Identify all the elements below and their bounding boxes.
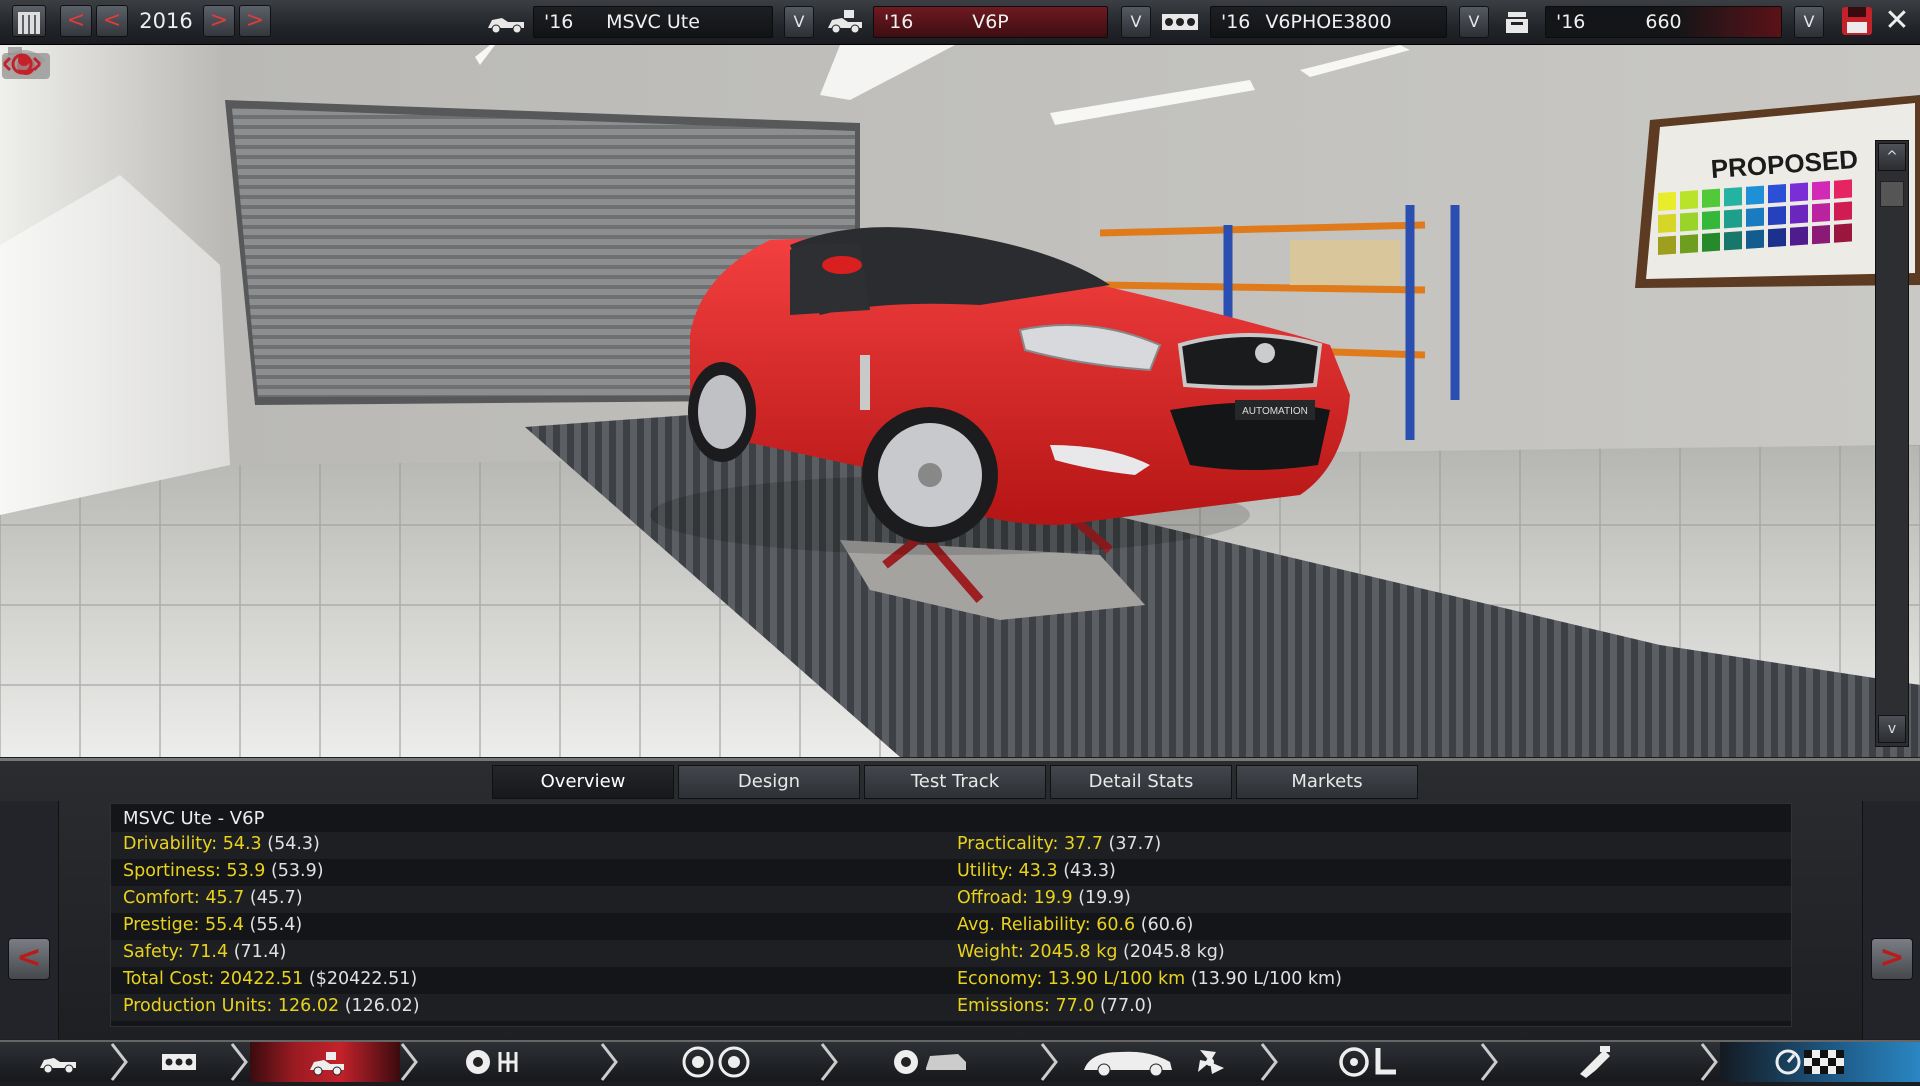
table-row: Comfort: 45.7 (45.7) Offroad: 19.9 (19.9… (111, 886, 1791, 913)
engine-icon (1162, 14, 1198, 30)
stat-offroad: Offroad: 19.9 (19.9) (957, 888, 1131, 908)
fuel-injector-icon (1580, 1046, 1610, 1078)
year-display: 2016 (139, 9, 193, 33)
car-variant-dropdown-button[interactable]: V (1121, 6, 1151, 38)
ute-icon (488, 18, 524, 34)
top-toolbar: < < 2016 > > '16 MSVC Ute V '16 V6P V '1… (0, 0, 1920, 45)
year-forward-fast-button[interactable]: > (239, 5, 271, 37)
car-model-dropdown-button[interactable]: V (784, 6, 814, 38)
engine-variant-selector[interactable]: '16 660 (1545, 6, 1782, 38)
year-back-fast-button[interactable]: < (60, 5, 92, 37)
gearbox-icon (466, 1050, 518, 1074)
stat-production-units: Production Units: 126.02 (126.02) (123, 996, 420, 1016)
info-panel: Overview Design Test Track Detail Stats … (0, 758, 1920, 1043)
chevron-right-icon (820, 1043, 838, 1081)
stat-safety: Safety: 71.4 (71.4) (123, 942, 287, 962)
stat-practicality: Practicality: 37.7 (37.7) (957, 834, 1162, 854)
year-forward-button[interactable]: > (203, 5, 235, 37)
stat-comfort: Comfort: 45.7 (45.7) (123, 888, 303, 908)
car-variant-selector[interactable]: '16 V6P (873, 6, 1108, 38)
tab-detail-stats[interactable]: Detail Stats (1050, 765, 1232, 799)
nav-fuel-system[interactable] (1500, 1042, 1700, 1082)
nav-car-variant[interactable] (250, 1042, 400, 1082)
table-row: Total Cost: 20422.51 ($20422.51) Economy… (111, 967, 1791, 994)
scroll-up-button[interactable]: ^ (1878, 143, 1906, 171)
viewport-scrollbar[interactable]: ^ v (1875, 140, 1909, 747)
right-side-panel: > (1862, 801, 1920, 1039)
chevron-right-icon (1040, 1043, 1058, 1081)
overview-stats-table: MSVC Ute - V6P Drivability: 54.3 (54.3) … (110, 803, 1792, 1027)
stat-weight: Weight: 2045.8 kg (2045.8 kg) (957, 942, 1225, 962)
car-variant-icon (310, 1052, 344, 1076)
save-icon[interactable] (1840, 5, 1874, 37)
car-model-selector[interactable]: '16 MSVC Ute (533, 6, 773, 38)
next-page-button[interactable]: > (1871, 938, 1913, 980)
table-row: Drivability: 54.3 (54.3) Practicality: 3… (111, 832, 1791, 859)
tab-overview[interactable]: Overview (492, 765, 674, 799)
stat-total-cost: Total Cost: 20422.51 ($20422.51) (123, 969, 418, 989)
nav-interior[interactable] (1280, 1042, 1480, 1082)
nav-drivetrain[interactable] (420, 1042, 600, 1082)
close-button[interactable]: ✕ (1880, 4, 1914, 38)
stat-utility: Utility: 43.3 (43.3) (957, 861, 1116, 881)
table-row: Safety: 71.4 (71.4) Weight: 2045.8 kg (2… (111, 940, 1791, 967)
garage-scene: AUTOMATION PROPOSED (0, 45, 1920, 757)
nav-chassis-body[interactable] (840, 1042, 1040, 1082)
chevron-right-icon (110, 1043, 128, 1081)
tab-design[interactable]: Design (678, 765, 860, 799)
stat-emissions: Emissions: 77.0 (77.0) (957, 996, 1153, 1016)
tab-test-track[interactable]: Test Track (864, 765, 1046, 799)
stat-sportiness: Sportiness: 53.9 (53.9) (123, 861, 324, 881)
stat-avg-reliability: Avg. Reliability: 60.6 (60.6) (957, 915, 1194, 935)
nav-engine[interactable] (130, 1042, 230, 1082)
ute-icon (40, 1058, 76, 1074)
nav-car-model[interactable] (0, 1042, 115, 1082)
car-variant-icon (828, 10, 862, 34)
engine-variant-dropdown-button[interactable]: V (1794, 6, 1824, 38)
scroll-thumb[interactable] (1880, 181, 1904, 207)
chevron-right-icon (1700, 1043, 1718, 1081)
table-row: Production Units: 126.02 (126.02) Emissi… (111, 994, 1791, 1021)
engine-family-dropdown-button[interactable]: V (1459, 6, 1489, 38)
scroll-down-button[interactable]: v (1878, 715, 1906, 743)
wheels-icon (682, 1046, 750, 1078)
stat-prestige: Prestige: 55.4 (55.4) (123, 915, 303, 935)
left-side-panel: < (0, 801, 59, 1039)
gauge-flag-icon (1775, 1049, 1844, 1075)
car-badge: AUTOMATION (1242, 406, 1308, 417)
aero-fan-icon (1084, 1050, 1224, 1077)
engine-variant-icon (1506, 12, 1528, 33)
chevron-right-icon (400, 1043, 418, 1081)
steering-seat-icon (1339, 1047, 1396, 1077)
body-icon (894, 1050, 966, 1074)
nav-testing[interactable] (1720, 1042, 1920, 1082)
chevron-right-icon (1480, 1043, 1498, 1081)
stat-economy: Economy: 13.90 L/100 km (13.90 L/100 km) (957, 969, 1342, 989)
stats-title: MSVC Ute - V6P (123, 808, 265, 829)
year-back-button[interactable]: < (96, 5, 128, 37)
engine-block-icon (162, 1054, 196, 1070)
reset-view-icon[interactable] (0, 45, 44, 83)
previous-page-button[interactable]: < (8, 938, 50, 980)
chevron-right-icon (1260, 1043, 1278, 1081)
nav-aero[interactable] (1060, 1042, 1260, 1082)
calendar-icon[interactable] (12, 5, 46, 37)
chevron-right-icon (230, 1043, 248, 1081)
tab-markets[interactable]: Markets (1236, 765, 1418, 799)
stat-drivability: Drivability: 54.3 (54.3) (123, 834, 320, 854)
engine-family-selector[interactable]: '16 V6PHOE3800 (1210, 6, 1447, 38)
chevron-right-icon (600, 1043, 618, 1081)
designer-step-nav (0, 1040, 1920, 1082)
table-row: Prestige: 55.4 (55.4) Avg. Reliability: … (111, 913, 1791, 940)
nav-suspension[interactable] (620, 1042, 820, 1082)
table-row: Sportiness: 53.9 (53.9) Utility: 43.3 (4… (111, 859, 1791, 886)
car-viewport[interactable]: AUTOMATION PROPOSED ^ v (0, 45, 1920, 757)
